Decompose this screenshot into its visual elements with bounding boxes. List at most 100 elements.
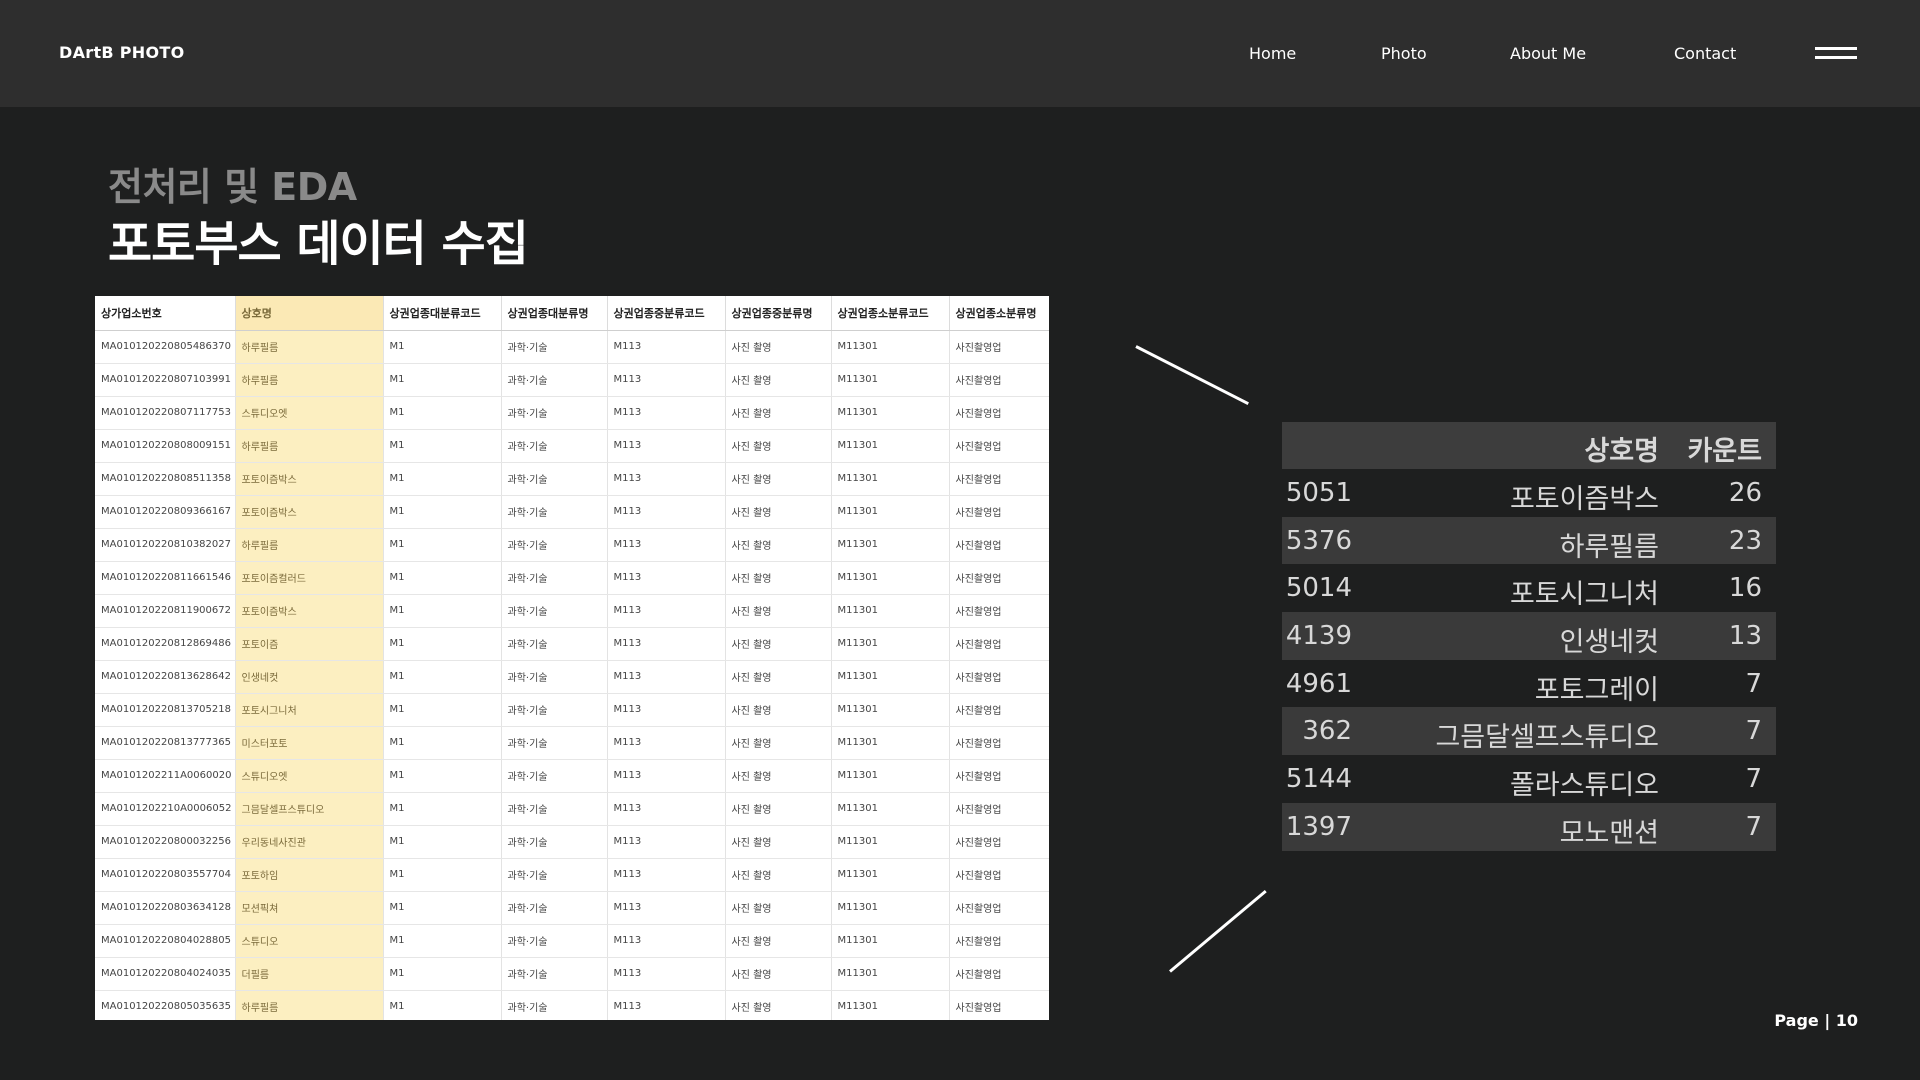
table-cell: 사진 촬영 [725, 924, 832, 958]
table-cell: M113 [607, 924, 726, 958]
shop-count: 7 [1745, 716, 1762, 747]
table-cell: M1 [383, 495, 502, 529]
table-cell: M11301 [831, 693, 950, 727]
table-cell: 포토이즘박스 [235, 462, 384, 496]
column-header: 상권업종대분류코드 [383, 296, 502, 331]
table-cell: 사진촬영업 [949, 462, 1049, 496]
table-cell: 사진촬영업 [949, 429, 1049, 463]
table-cell: MA010120220805486370 [95, 330, 236, 364]
table-cell: M113 [607, 858, 726, 892]
table-cell: M11301 [831, 792, 950, 826]
table-cell: MA010120220807103991 [95, 363, 236, 397]
row-index: 1397 [1285, 811, 1352, 842]
count-row: 5376 하루필름 23 [1282, 516, 1776, 565]
table-cell: M113 [607, 330, 726, 364]
table-cell: 과학·기술 [501, 594, 608, 628]
shop-name: 그믐달셀프스튜디오 [1435, 722, 1659, 754]
hamburger-menu-icon[interactable] [1815, 47, 1857, 61]
table-cell: 하루필름 [235, 429, 384, 463]
row-index: 5376 [1285, 525, 1352, 556]
table-cell: M113 [607, 660, 726, 694]
table-cell: 사진 촬영 [725, 429, 832, 463]
shop-count: 7 [1745, 668, 1762, 699]
table-row: MA010120220813777365 미스터포토 M1 과학·기술 M113 사진 촬… [95, 726, 1049, 760]
raw-table-header-row: 상가업소번호 상호명 상권업종대분류코드 상권업종대분류명 상권업종중분류코드 상권업종중… [95, 296, 1049, 331]
table-cell: 과학·기술 [501, 891, 608, 925]
table-cell: MA010120220809366167 [95, 495, 236, 529]
shop-name: 인생네컷 [1559, 627, 1659, 659]
table-cell: 스튜디오엣 [235, 759, 384, 793]
table-cell: 사진 촬영 [725, 396, 832, 430]
table-cell: MA010120220810382027 [95, 528, 236, 562]
nav-link-about-me[interactable]: About Me [1510, 44, 1586, 63]
shop-name: 폴라스튜디오 [1509, 770, 1659, 802]
table-cell: 포토하임 [235, 858, 384, 892]
table-cell: M1 [383, 891, 502, 925]
table-cell: 과학·기술 [501, 990, 608, 1020]
table-cell: 사진촬영업 [949, 825, 1049, 859]
table-cell: M113 [607, 363, 726, 397]
table-cell: 인생네컷 [235, 660, 384, 694]
table-cell: 스튜디오 [235, 924, 384, 958]
count-row: 362 그믐달셀프스튜디오 7 [1282, 707, 1776, 756]
table-row: MA010120220813628642 인생네컷 M1 과학·기술 M113 사진 촬영… [95, 660, 1049, 694]
table-cell: MA010120220804028805 [95, 924, 236, 958]
table-cell: M11301 [831, 924, 950, 958]
table-cell: M1 [383, 330, 502, 364]
header-shop-name: 상호명 [1584, 436, 1659, 467]
table-cell: M113 [607, 891, 726, 925]
table-cell: 스튜디오엣 [235, 396, 384, 430]
table-cell: MA010120220812869486 [95, 627, 236, 661]
table-cell: 과학·기술 [501, 858, 608, 892]
table-cell: 과학·기술 [501, 660, 608, 694]
table-cell: 하루필름 [235, 363, 384, 397]
decorative-line [1169, 890, 1267, 973]
table-cell: M11301 [831, 429, 950, 463]
hamburger-bar [1815, 56, 1857, 59]
table-cell: M113 [607, 627, 726, 661]
raw-data-table: 상가업소번호 상호명 상권업종대분류코드 상권업종대분류명 상권업종중분류코드 상권업종중… [95, 296, 1049, 1020]
nav-link-photo[interactable]: Photo [1381, 44, 1427, 63]
brand-logo[interactable]: DArtB PHOTO [59, 43, 185, 62]
table-cell: 사진촬영업 [949, 627, 1049, 661]
table-cell: 사진 촬영 [725, 462, 832, 496]
table-cell: M113 [607, 561, 726, 595]
table-cell: 사진촬영업 [949, 594, 1049, 628]
table-cell: 과학·기술 [501, 825, 608, 859]
table-cell: M1 [383, 990, 502, 1020]
table-cell: MA010120220813777365 [95, 726, 236, 760]
table-row: MA010120220811661546 포토이즘컬러드 M1 과학·기술 M113 사진… [95, 561, 1049, 595]
table-cell: 모션픽쳐 [235, 891, 384, 925]
table-cell: M113 [607, 693, 726, 727]
nav-link-contact[interactable]: Contact [1674, 44, 1736, 63]
table-cell: M1 [383, 627, 502, 661]
row-index: 5144 [1285, 764, 1352, 795]
table-row: MA010120220807103991 하루필름 M1 과학·기술 M113 사진 촬영… [95, 363, 1049, 397]
table-cell: 과학·기술 [501, 429, 608, 463]
table-row: MA010120220812869486 포토이즘 M1 과학·기술 M113 사진 촬영… [95, 627, 1049, 661]
table-cell: M11301 [831, 561, 950, 595]
table-cell: 과학·기술 [501, 792, 608, 826]
shop-name: 포토이즘박스 [1509, 484, 1659, 515]
table-cell: M1 [383, 594, 502, 628]
column-header: 상권업종소분류코드 [831, 296, 950, 331]
table-cell: 포토이즘박스 [235, 594, 384, 628]
table-cell: 사진촬영업 [949, 561, 1049, 595]
table-cell: 포토이즘 [235, 627, 384, 661]
table-cell: 미스터포토 [235, 726, 384, 760]
header-count: 카운트 [1687, 436, 1762, 467]
table-cell: 과학·기술 [501, 495, 608, 529]
table-cell: MA010120220803557704 [95, 858, 236, 892]
table-cell: 사진촬영업 [949, 924, 1049, 958]
table-cell: 더필름 [235, 957, 384, 991]
table-cell: MA010120220803634128 [95, 891, 236, 925]
table-cell: M1 [383, 429, 502, 463]
nav-link-home[interactable]: Home [1249, 44, 1296, 63]
table-cell: M11301 [831, 660, 950, 694]
table-cell: 과학·기술 [501, 759, 608, 793]
table-cell: M1 [383, 924, 502, 958]
table-cell: 우리동네사진관 [235, 825, 384, 859]
table-cell: 사진촬영업 [949, 990, 1049, 1020]
table-cell: 사진촬영업 [949, 396, 1049, 430]
table-cell: M113 [607, 792, 726, 826]
